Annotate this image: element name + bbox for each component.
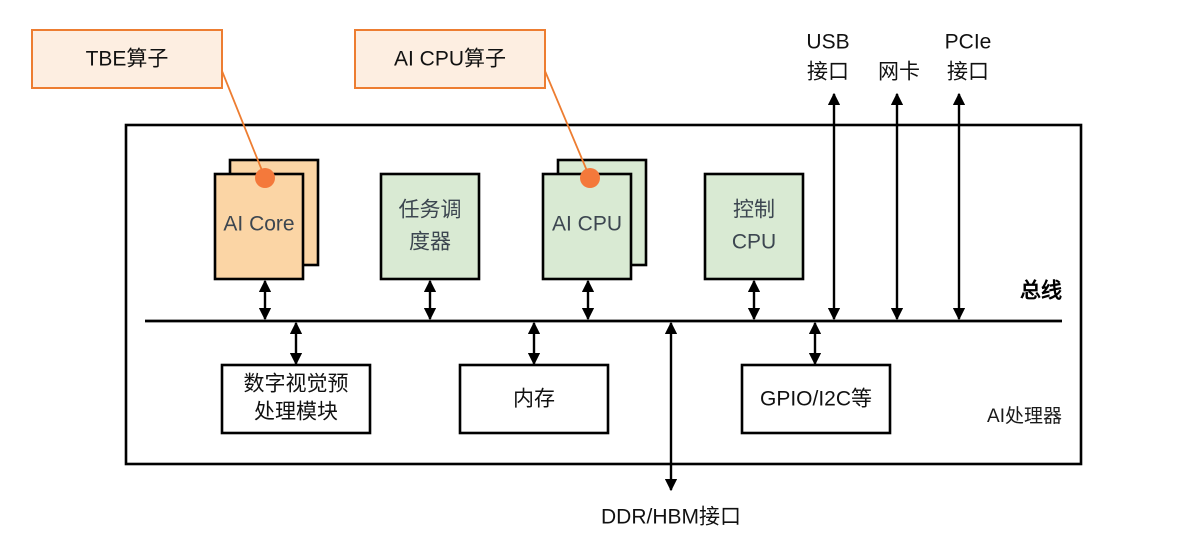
peripheral-memory-label: 内存 bbox=[513, 388, 555, 411]
peripheral-dvpp[interactable]: 数字视觉预 处理模块 bbox=[220, 363, 372, 435]
unit-control-cpu[interactable]: 控制 CPU bbox=[703, 172, 805, 281]
callout-ai-cpu-anchor-dot bbox=[580, 168, 600, 188]
diagram-canvas: AI处理器 总线 AI Core 任务调 度器 AI CPU 控制 CPU 数字… bbox=[0, 0, 1186, 539]
callout-ai-cpu-label: AI CPU算子 bbox=[394, 48, 506, 71]
peripheral-memory[interactable]: 内存 bbox=[458, 363, 610, 435]
port-nic: 网卡 bbox=[878, 61, 920, 84]
callout-tbe-label: TBE算子 bbox=[86, 48, 169, 71]
port-usb-label-2: 接口 bbox=[807, 61, 849, 84]
unit-ai-cpu-label: AI CPU bbox=[552, 213, 622, 236]
unit-control-cpu-label-1: 控制 bbox=[733, 199, 775, 222]
peripheral-dvpp-label-2: 处理模块 bbox=[254, 401, 338, 424]
unit-task-scheduler-label-2: 度器 bbox=[409, 231, 451, 254]
unit-ai-core-label: AI Core bbox=[223, 213, 294, 236]
bus-label: 总线 bbox=[1020, 279, 1062, 303]
ai-processor-label: AI处理器 bbox=[987, 405, 1062, 427]
peripheral-gpio[interactable]: GPIO/I2C等 bbox=[740, 363, 892, 435]
unit-control-cpu-label-2: CPU bbox=[732, 231, 776, 254]
port-pcie: PCIe 接口 bbox=[945, 31, 992, 84]
peripheral-gpio-label: GPIO/I2C等 bbox=[760, 388, 872, 411]
unit-task-scheduler-label-1: 任务调 bbox=[399, 199, 462, 222]
port-nic-label: 网卡 bbox=[878, 61, 920, 84]
port-usb-label-1: USB bbox=[806, 31, 849, 54]
ddr-hbm-label: DDR/HBM接口 bbox=[601, 506, 741, 529]
port-pcie-label-2: 接口 bbox=[947, 61, 989, 84]
unit-task-scheduler[interactable]: 任务调 度器 bbox=[379, 172, 481, 281]
callout-tbe-anchor-dot bbox=[255, 168, 275, 188]
unit-task-scheduler-box bbox=[379, 172, 481, 281]
unit-control-cpu-box bbox=[703, 172, 805, 281]
port-usb: USB 接口 bbox=[806, 31, 849, 84]
port-pcie-label-1: PCIe bbox=[945, 31, 992, 54]
peripheral-dvpp-label-1: 数字视觉预 bbox=[244, 373, 349, 396]
ai-processor-architecture-diagram: AI处理器 总线 AI Core 任务调 度器 AI CPU 控制 CPU 数字… bbox=[31, 29, 1083, 529]
